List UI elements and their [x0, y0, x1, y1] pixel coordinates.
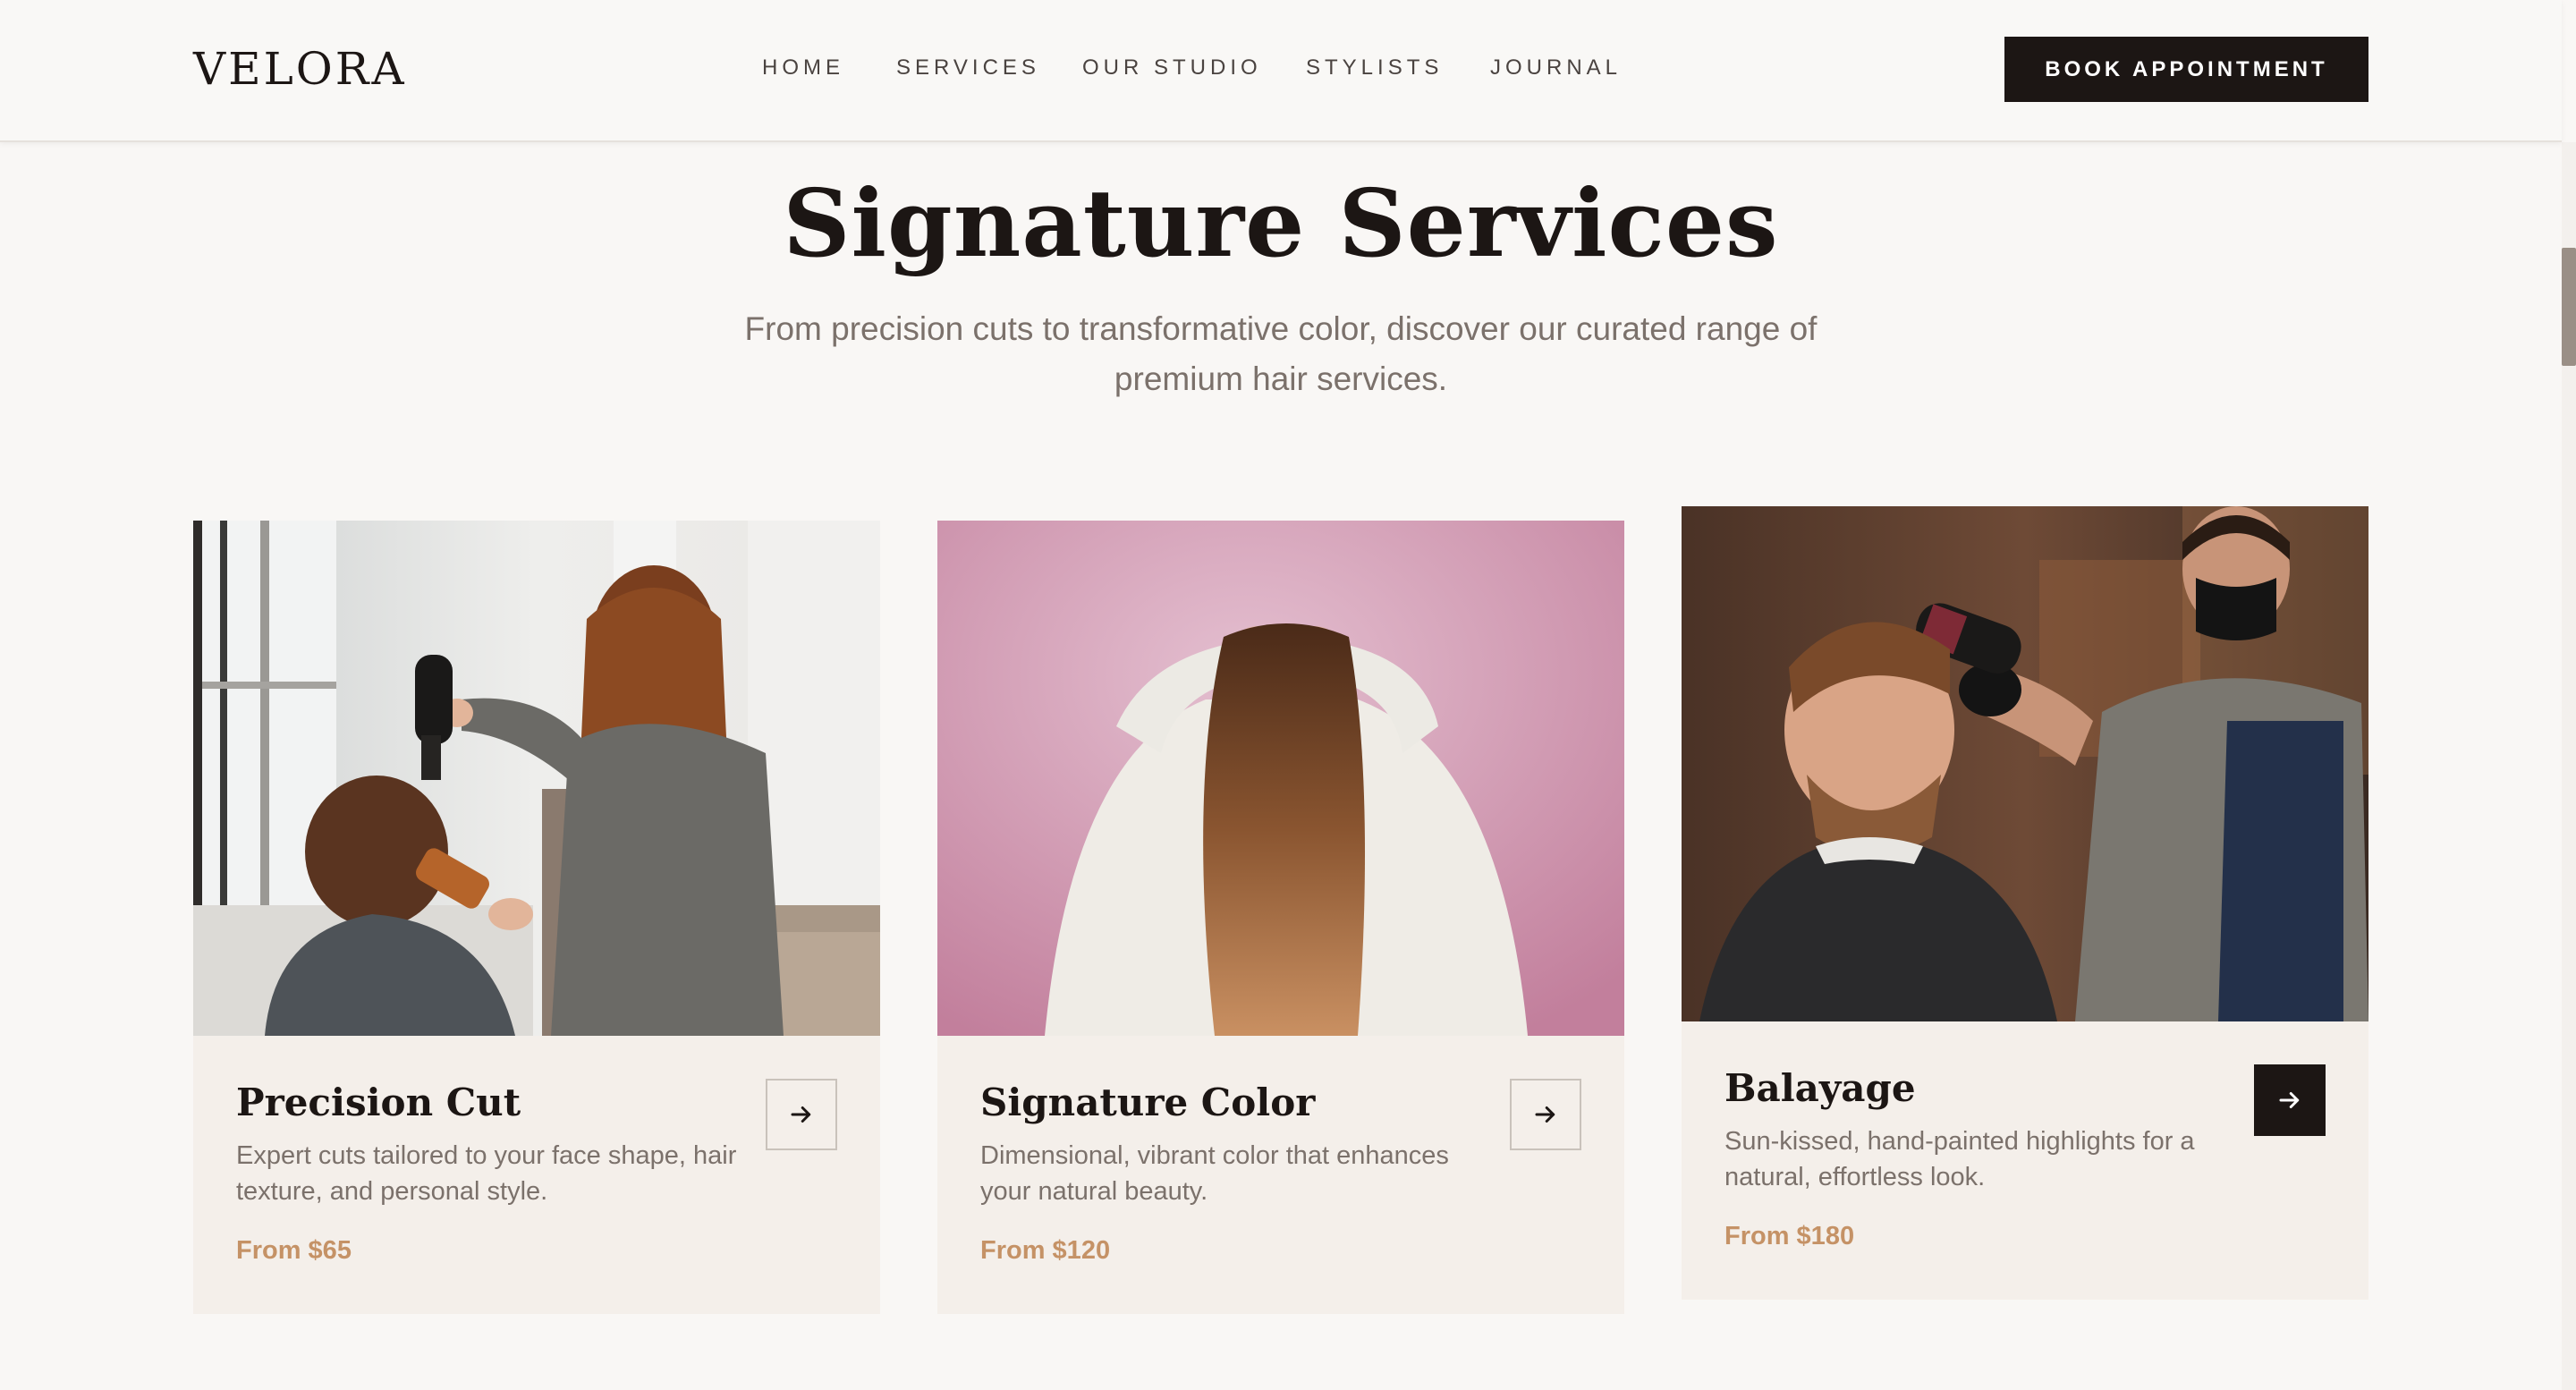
- card-description: Sun-kissed, hand-painted highlights for …: [1724, 1127, 2195, 1191]
- service-card-balayage[interactable]: Balayage Sun-kissed, hand-painted highli…: [1682, 506, 2368, 1300]
- card-arrow-button[interactable]: [2254, 1064, 2326, 1136]
- service-card-precision-cut[interactable]: Precision Cut Expert cuts tailored to yo…: [193, 521, 880, 1314]
- card-price: From $120: [980, 1236, 1111, 1265]
- nav-home[interactable]: HOME: [762, 55, 844, 81]
- card-title: Balayage: [1724, 1066, 1916, 1110]
- nav-stylists[interactable]: STYLISTS: [1306, 55, 1443, 81]
- arrow-right-icon: [2279, 1092, 2300, 1108]
- barber-styling-photo: [1682, 506, 2368, 1021]
- nav-our-studio[interactable]: OUR STUDIO: [1082, 55, 1262, 81]
- card-arrow-button[interactable]: [1510, 1079, 1581, 1150]
- card-price: From $65: [236, 1236, 352, 1265]
- arrow-right-icon: [1535, 1106, 1555, 1123]
- page: VELORA HOME SERVICES OUR STUDIO STYLISTS…: [0, 0, 2576, 1390]
- scrollbar-thumb[interactable]: [2562, 248, 2576, 366]
- section-subtitle: From precision cuts to transformative co…: [744, 310, 1818, 397]
- salon-blowdry-photo: [193, 521, 880, 1036]
- card-title: Signature Color: [980, 1081, 1316, 1124]
- long-hair-back-photo: [937, 521, 1624, 1036]
- nav-journal[interactable]: JOURNAL: [1490, 55, 1622, 81]
- card-description: Dimensional, vibrant color that enhances…: [980, 1141, 1449, 1206]
- card-title: Precision Cut: [236, 1081, 521, 1124]
- service-card-signature-color[interactable]: Signature Color Dimensional, vibrant col…: [937, 521, 1624, 1314]
- card-description: Expert cuts tailored to your face shape,…: [236, 1141, 737, 1206]
- arrow-right-icon: [791, 1106, 811, 1123]
- site-header: VELORA HOME SERVICES OUR STUDIO STYLISTS…: [0, 0, 2562, 142]
- section-title: Signature Services: [783, 168, 1779, 278]
- nav-services[interactable]: SERVICES: [896, 55, 1040, 81]
- card-arrow-button[interactable]: [766, 1079, 837, 1150]
- book-appointment-button[interactable]: BOOK APPOINTMENT: [2004, 37, 2368, 102]
- scrollbar[interactable]: [2562, 142, 2576, 1390]
- card-price: From $180: [1724, 1222, 1855, 1250]
